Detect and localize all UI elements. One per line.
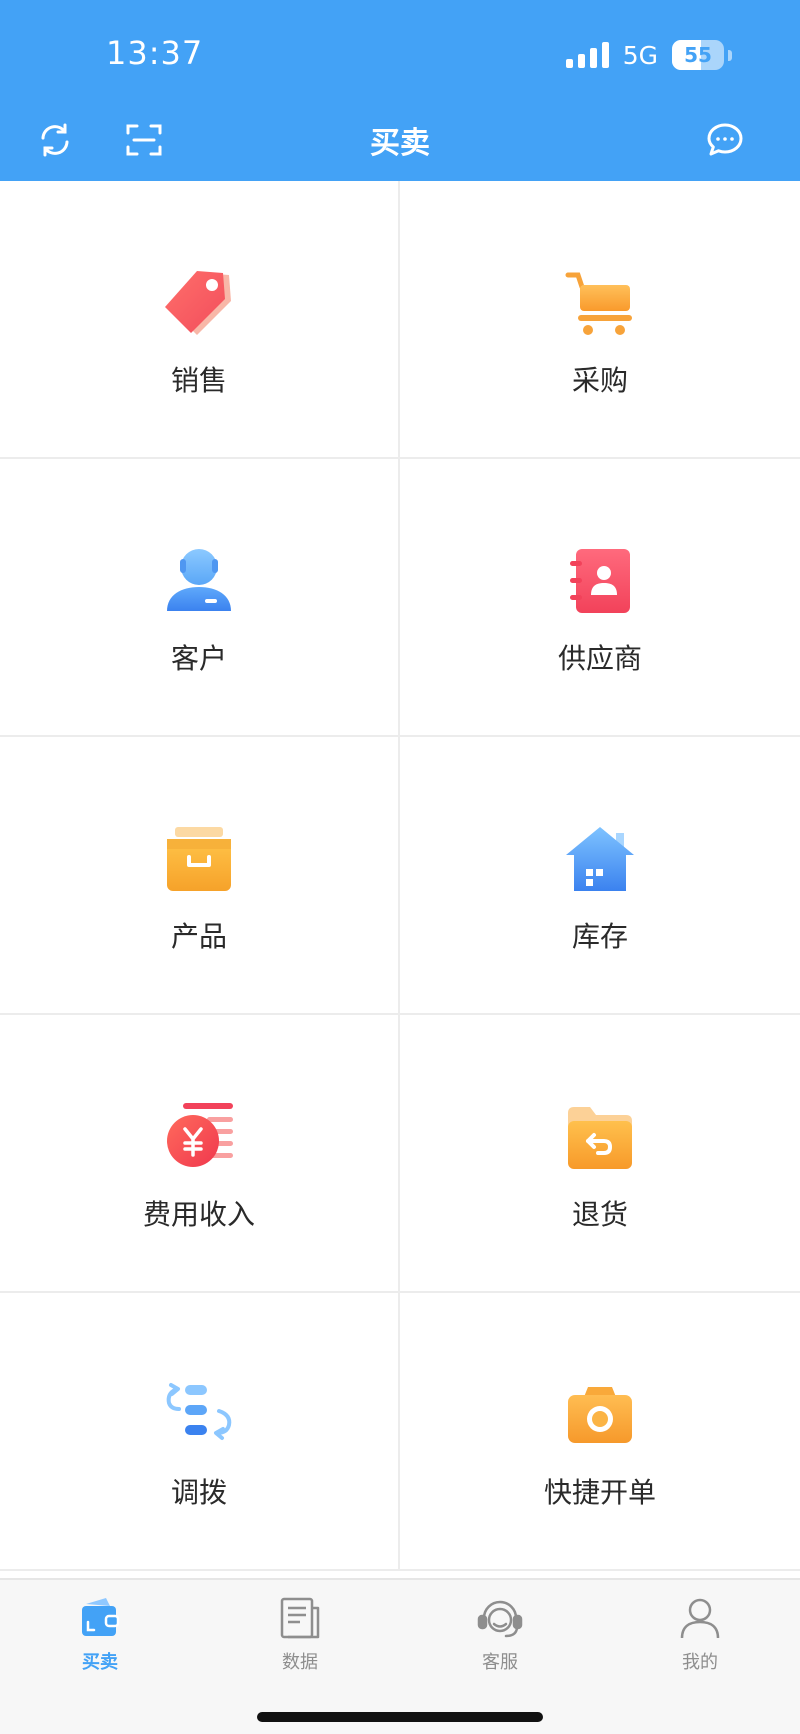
menu-label: 采购 [571,364,628,397]
menu-item-sales[interactable]: 销售 [0,181,400,459]
contact-book-icon [570,549,630,613]
battery-icon: 55 [672,40,724,70]
menu-item-purchase[interactable]: 采购 [400,181,800,459]
tab-trade[interactable]: 买卖 [0,1580,200,1680]
transfer-icon [166,1383,232,1440]
title-bar: 买卖 [0,110,800,170]
menu-label: 产品 [170,920,227,953]
tab-label: 我的 [682,1652,718,1673]
return-folder-icon [568,1107,632,1169]
page-title: 买卖 [370,126,430,161]
tab-label: 客服 [482,1652,518,1673]
battery-tip [728,49,732,61]
user-icon [680,1598,720,1639]
menu-label: 销售 [170,364,227,397]
price-tag-icon [165,271,231,335]
menu-label: 库存 [571,920,628,953]
tab-label: 买卖 [82,1652,118,1673]
function-grid: 销售 采购 客户 供应商 产品 库存 费用收入 退货 调拨 快捷开单 [0,181,800,1571]
menu-label: 客户 [170,642,227,675]
menu-item-return[interactable]: 退货 [400,1015,800,1293]
menu-label: 供应商 [557,642,642,675]
tab-data[interactable]: 数据 [200,1580,400,1680]
menu-item-quick-order[interactable]: 快捷开单 [400,1293,800,1571]
report-icon [280,1597,320,1639]
menu-item-supplier[interactable]: 供应商 [400,459,800,737]
bottom-tab-bar: 买卖 数据 客服 我的 [0,1578,800,1734]
menu-label: 费用收入 [142,1198,255,1231]
warehouse-icon [566,827,634,891]
tab-label: 数据 [282,1652,318,1673]
menu-label: 退货 [571,1198,628,1231]
status-time: 13:37 [106,34,204,72]
network-type: 5G [622,40,658,70]
camera-icon [568,1387,632,1443]
tab-service[interactable]: 客服 [400,1580,600,1680]
menu-item-expense-income[interactable]: 费用收入 [0,1015,400,1293]
menu-label: 快捷开单 [543,1476,656,1509]
menu-item-inventory[interactable]: 库存 [400,737,800,1015]
coin-icon [167,1103,233,1167]
battery-level: 55 [684,43,712,67]
menu-item-product[interactable]: 产品 [0,737,400,1015]
tab-mine[interactable]: 我的 [600,1580,800,1680]
app-header: 13:37 5G 55 买卖 [0,0,800,181]
menu-item-customer[interactable]: 客户 [0,459,400,737]
home-indicator[interactable] [257,1712,543,1722]
headset-icon [477,1600,523,1638]
product-box-icon [167,827,231,891]
message-icon [707,123,743,156]
wallet-icon [82,1598,120,1636]
menu-item-transfer[interactable]: 调拨 [0,1293,400,1571]
signal-icon [565,42,609,68]
message-button[interactable] [705,120,745,160]
status-indicators: 5G 55 [565,38,732,72]
customer-icon [167,549,231,611]
menu-label: 调拨 [170,1476,227,1509]
shopping-cart-icon [565,272,632,335]
